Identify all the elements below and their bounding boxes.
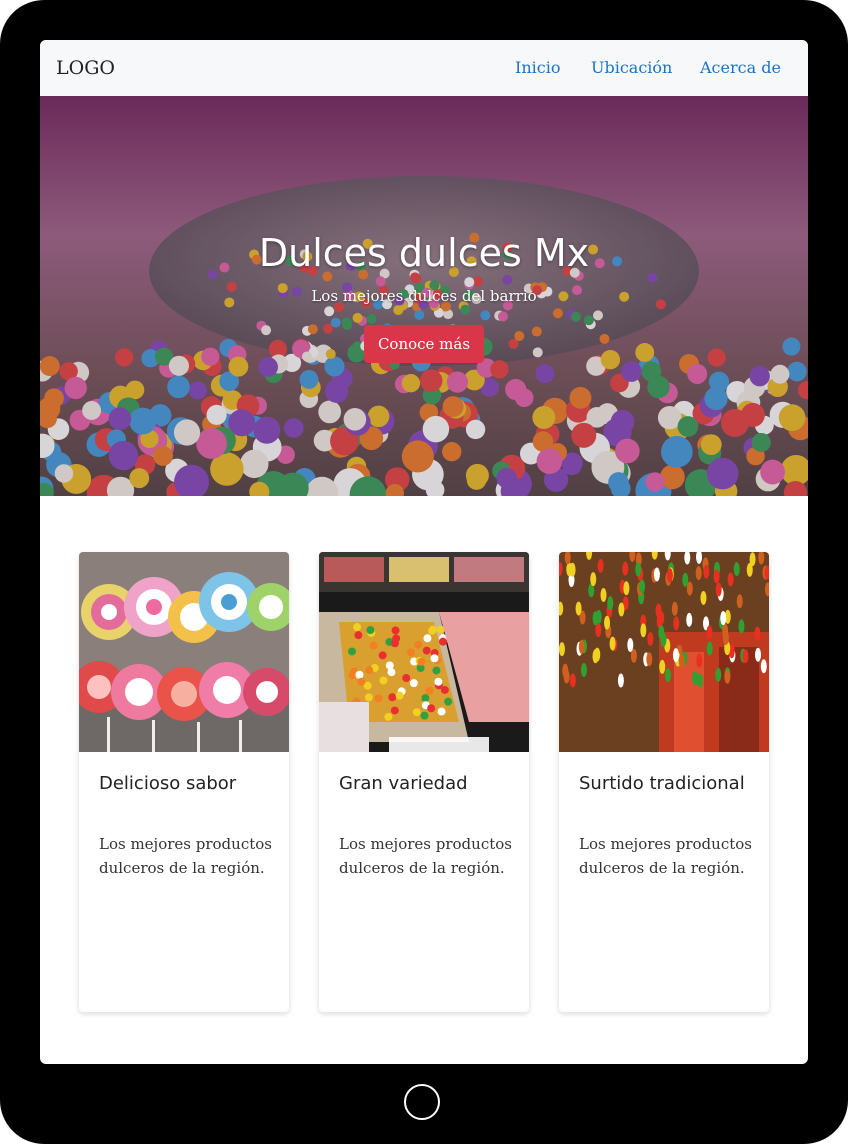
card-title: Gran variedad — [339, 773, 468, 794]
home-button[interactable] — [404, 1084, 440, 1120]
tablet-frame: LOGO Inicio Ubicación Acerca de Dulces d… — [0, 0, 848, 1144]
card-delicioso-sabor: Delicioso sabor Los mejores productos du… — [79, 552, 289, 1012]
hero-subtitle: Los mejores dulces del barrio — [311, 287, 537, 305]
card-text: Los mejores productos dulceros de la reg… — [99, 835, 272, 877]
card-gran-variedad: Gran variedad Los mejores productos dulc… — [319, 552, 529, 1012]
card-title: Surtido tradicional — [579, 773, 745, 794]
nav-link-inicio[interactable]: Inicio — [515, 57, 560, 79]
navbar: LOGO Inicio Ubicación Acerca de — [40, 40, 808, 96]
card-text: Los mejores productos dulceros de la reg… — [579, 835, 752, 877]
card-title: Delicioso sabor — [99, 773, 237, 794]
nav-link-ubicacion[interactable]: Ubicación — [591, 57, 672, 79]
card-text: Los mejores productos dulceros de la reg… — [339, 835, 512, 877]
logo[interactable]: LOGO — [56, 56, 115, 80]
card-surtido-tradicional: Surtido tradicional Los mejores producto… — [559, 552, 769, 1012]
candy-bins-image — [319, 552, 529, 752]
lollipops-image — [79, 552, 289, 752]
conoce-mas-button[interactable]: Conoce más — [364, 325, 484, 363]
market-stall-image — [559, 552, 769, 752]
hero-title: Dulces dulces Mx — [258, 231, 590, 275]
nav-link-acerca-de[interactable]: Acerca de — [700, 57, 781, 79]
hero-banner: Dulces dulces Mx Los mejores dulces del … — [40, 96, 808, 496]
screen: LOGO Inicio Ubicación Acerca de Dulces d… — [40, 40, 808, 1064]
